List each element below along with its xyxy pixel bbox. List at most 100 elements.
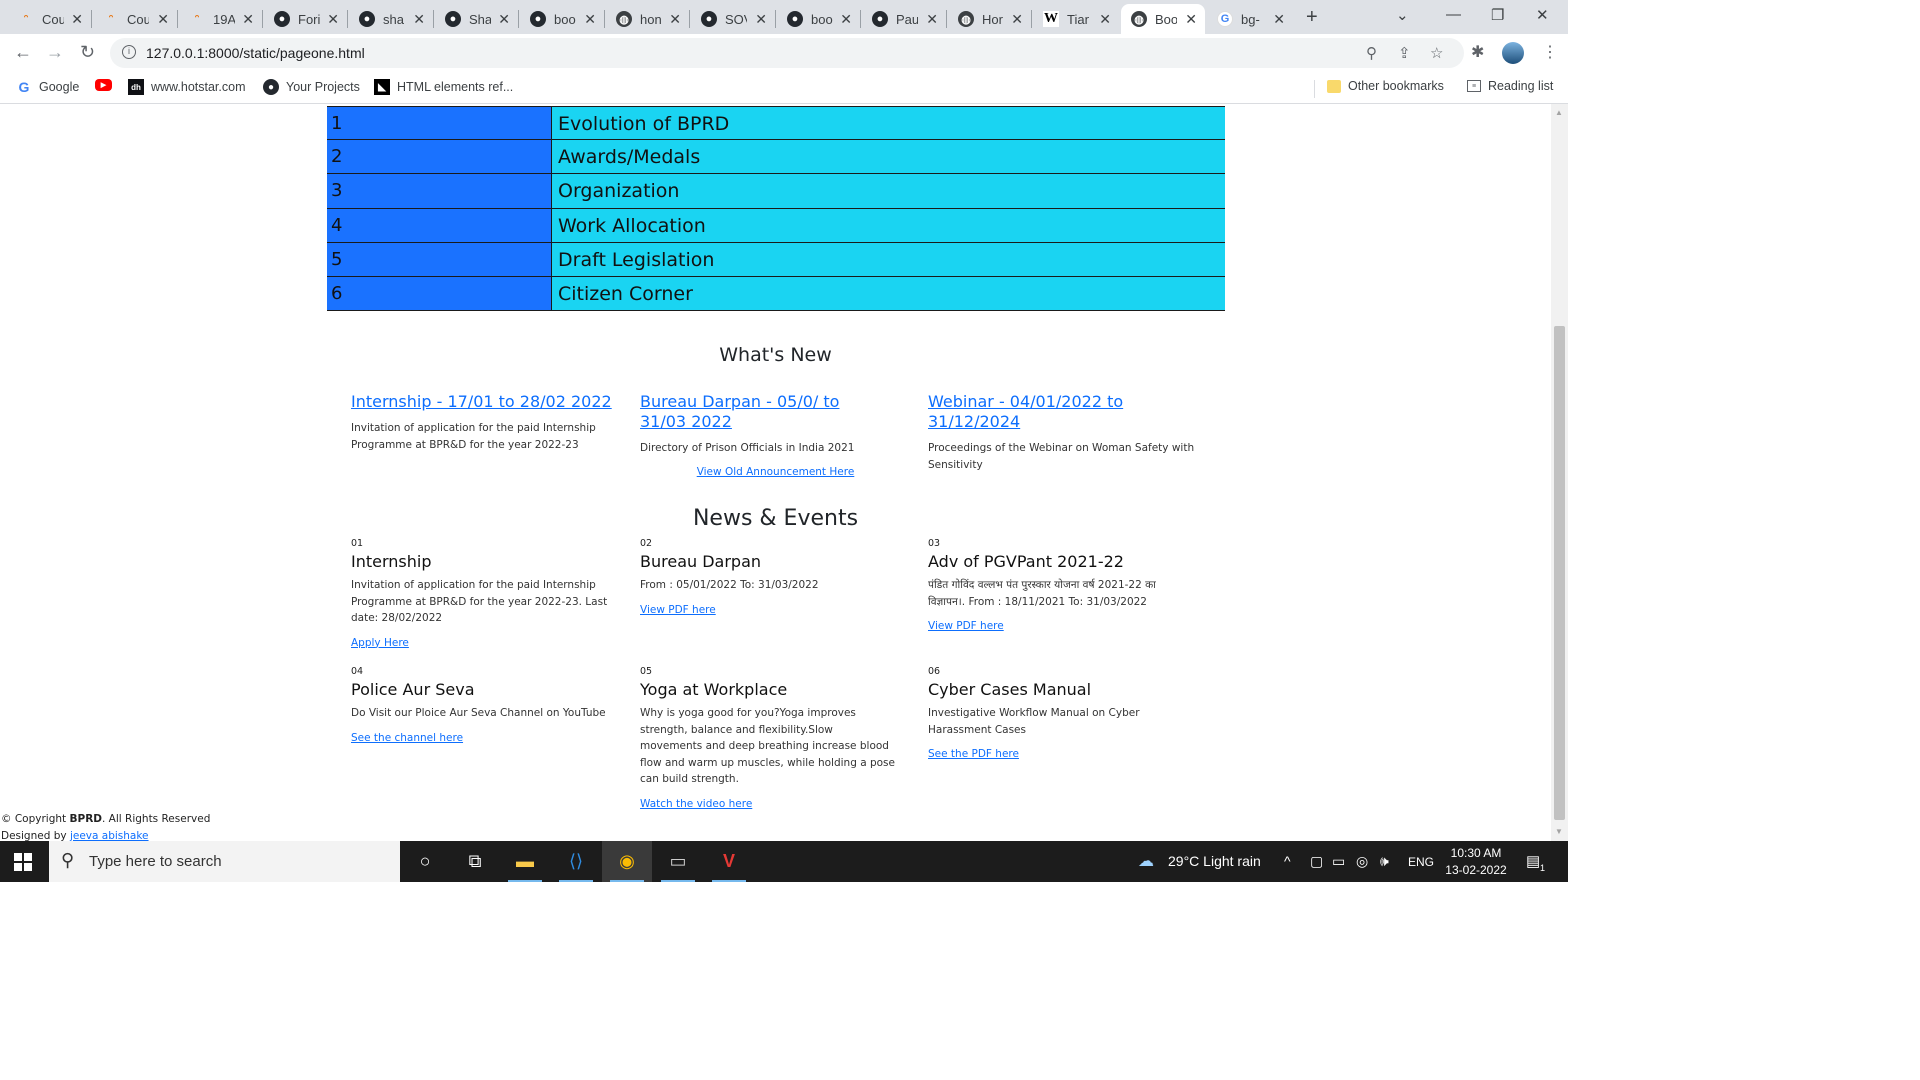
minimize-button[interactable]: — xyxy=(1446,6,1461,23)
news-link[interactable]: Watch the video here xyxy=(640,798,752,810)
close-tab-icon[interactable]: ✕ xyxy=(926,11,938,28)
menu-label[interactable]: Draft Legislation xyxy=(551,242,1225,276)
zoom-icon[interactable]: ⚲ xyxy=(1366,44,1377,62)
whats-new-link[interactable]: Webinar - 04/01/2022 to 31/12/2024 xyxy=(928,392,1203,432)
bookmark-hotstar[interactable]: dh www.hotstar.com xyxy=(128,79,245,95)
menu-row[interactable]: 1 Evolution of BPRD xyxy=(327,106,1225,141)
menu-label[interactable]: Citizen Corner xyxy=(551,276,1225,311)
menu-row[interactable]: 4 Work Allocation xyxy=(327,208,1225,243)
battery-icon[interactable]: ▭ xyxy=(1332,853,1345,870)
notification-icon[interactable]: ▤ xyxy=(1526,852,1540,870)
close-tab-icon[interactable]: ✕ xyxy=(1273,11,1285,28)
scrollbar-thumb[interactable] xyxy=(1554,326,1565,820)
back-button[interactable]: ← xyxy=(14,42,32,63)
file-explorer-button[interactable]: ▬ xyxy=(500,841,550,882)
close-tab-icon[interactable]: ✕ xyxy=(840,11,852,28)
browser-tab[interactable]: ● Fori ✕ xyxy=(264,4,347,34)
terminal-button[interactable]: ▭ xyxy=(653,841,703,882)
close-tab-icon[interactable]: ✕ xyxy=(755,11,767,28)
close-tab-icon[interactable]: ✕ xyxy=(1099,11,1111,28)
browser-tab[interactable]: ● boo ✕ xyxy=(520,4,604,34)
tab-search-icon[interactable]: ⌄ xyxy=(1396,6,1409,24)
menu-row[interactable]: 2 Awards/Medals xyxy=(327,140,1225,175)
bookmark-star-icon[interactable]: ☆ xyxy=(1430,44,1443,62)
clock[interactable]: 10:30 AM 13-02-2022 xyxy=(1440,845,1512,879)
extensions-icon[interactable]: ✱ xyxy=(1471,42,1484,62)
bookmark-google[interactable]: G Google xyxy=(16,79,80,95)
browser-tab[interactable]: W Tian ✕ xyxy=(1033,4,1119,34)
whats-new-link[interactable]: Internship - 17/01 to 28/02 2022 xyxy=(351,392,616,412)
chevron-up-icon[interactable]: ^ xyxy=(1284,853,1291,869)
reading-list[interactable]: ≡ Reading list xyxy=(1467,79,1553,93)
browser-tab[interactable]: ◍ Boo ✕ xyxy=(1121,4,1205,34)
page-scrollbar[interactable]: ▲ ▼ xyxy=(1551,104,1568,841)
url-text[interactable]: 127.0.0.1:8000/static/pageone.html xyxy=(146,45,365,61)
cortana-button[interactable]: ○ xyxy=(400,841,450,882)
bookmark-html-elements[interactable]: ◣ HTML elements ref... xyxy=(374,79,513,95)
menu-label[interactable]: Organization xyxy=(551,174,1225,208)
chrome-button[interactable]: ◉ xyxy=(602,841,652,882)
browser-tab[interactable]: ᵔ Cou ✕ xyxy=(93,4,177,34)
close-window-button[interactable]: ✕ xyxy=(1536,6,1549,24)
designer-link[interactable]: jeeva abishake xyxy=(70,830,149,842)
menu-icon[interactable]: ⋮ xyxy=(1542,42,1558,62)
meet-now-icon[interactable]: ▢ xyxy=(1310,853,1323,870)
menu-row[interactable]: 5 Draft Legislation xyxy=(327,242,1225,277)
news-link[interactable]: See the channel here xyxy=(351,732,463,744)
news-link[interactable]: View PDF here xyxy=(640,604,716,616)
reload-button[interactable]: ↻ xyxy=(80,42,95,63)
browser-tab[interactable]: ● sha ✕ xyxy=(349,4,433,34)
other-bookmarks[interactable]: Other bookmarks xyxy=(1327,79,1444,93)
news-link[interactable]: See the PDF here xyxy=(928,748,1019,760)
browser-tab[interactable]: ● SOV ✕ xyxy=(691,4,775,34)
browser-tab[interactable]: ᵔ 19A ✕ xyxy=(179,4,262,34)
menu-label[interactable]: Evolution of BPRD xyxy=(551,107,1225,140)
site-info-icon[interactable]: i xyxy=(122,45,136,59)
browser-tab[interactable]: ● Pau ✕ xyxy=(862,4,946,34)
bookmark-youtube[interactable]: ▶ xyxy=(95,79,119,91)
profile-avatar[interactable] xyxy=(1502,42,1524,64)
volume-icon[interactable]: 🕪 xyxy=(1380,853,1389,870)
close-tab-icon[interactable]: ✕ xyxy=(71,11,83,28)
bookmark-your-projects[interactable]: ● Your Projects xyxy=(263,79,360,95)
close-tab-icon[interactable]: ✕ xyxy=(1185,11,1197,28)
close-tab-icon[interactable]: ✕ xyxy=(1011,11,1023,28)
new-tab-button[interactable]: + xyxy=(1306,6,1318,29)
weather-text[interactable]: 29°C Light rain xyxy=(1168,853,1261,869)
browser-tab[interactable]: Gbg- ✕ xyxy=(1207,4,1293,34)
vscode-button[interactable]: ⟨⟩ xyxy=(551,841,601,882)
share-icon[interactable]: ⇪ xyxy=(1398,44,1411,62)
menu-row[interactable]: 3 Organization xyxy=(327,174,1225,209)
old-announcement-link[interactable]: View Old Announcement Here xyxy=(697,466,855,478)
maximize-button[interactable]: ❐ xyxy=(1491,6,1504,24)
taskbar-search[interactable]: ⚲ Type here to search xyxy=(49,841,400,882)
news-link[interactable]: Apply Here xyxy=(351,637,409,649)
close-tab-icon[interactable]: ✕ xyxy=(669,11,681,28)
close-tab-icon[interactable]: ✕ xyxy=(498,11,510,28)
close-tab-icon[interactable]: ✕ xyxy=(327,11,339,28)
close-tab-icon[interactable]: ✕ xyxy=(413,11,425,28)
cloud-rain-icon[interactable]: ☁ xyxy=(1138,851,1154,871)
menu-label[interactable]: Awards/Medals xyxy=(551,140,1225,174)
browser-tab[interactable]: ● boo ✕ xyxy=(777,4,860,34)
language-indicator[interactable]: ENG xyxy=(1408,855,1434,869)
browser-tab[interactable]: ● Sha ✕ xyxy=(435,4,518,34)
whats-new-link[interactable]: Bureau Darpan - 05/0/ to 31/03 2022 xyxy=(640,392,890,432)
app-button[interactable]: V xyxy=(704,841,754,882)
address-bar[interactable]: i 127.0.0.1:8000/static/pageone.html ⚲ ⇪… xyxy=(110,38,1464,68)
browser-tab[interactable]: ◍ hon ✕ xyxy=(606,4,689,34)
browser-tab[interactable]: ᵔ Cou ✕ xyxy=(8,4,91,34)
start-button[interactable] xyxy=(14,853,32,871)
browser-tab[interactable]: ◍ Hor ✕ xyxy=(948,4,1031,34)
close-tab-icon[interactable]: ✕ xyxy=(157,11,169,28)
network-icon[interactable]: ◎ xyxy=(1356,853,1368,870)
news-link[interactable]: View PDF here xyxy=(928,620,1004,632)
close-tab-icon[interactable]: ✕ xyxy=(242,11,254,28)
close-tab-icon[interactable]: ✕ xyxy=(584,11,596,28)
forward-button[interactable]: → xyxy=(46,42,64,63)
menu-row[interactable]: 6 Citizen Corner xyxy=(327,276,1225,312)
menu-label[interactable]: Work Allocation xyxy=(551,208,1225,242)
scroll-down-arrow[interactable]: ▼ xyxy=(1555,827,1563,836)
scroll-up-arrow[interactable]: ▲ xyxy=(1555,108,1563,117)
task-view-button[interactable]: ⧉ xyxy=(450,841,500,882)
